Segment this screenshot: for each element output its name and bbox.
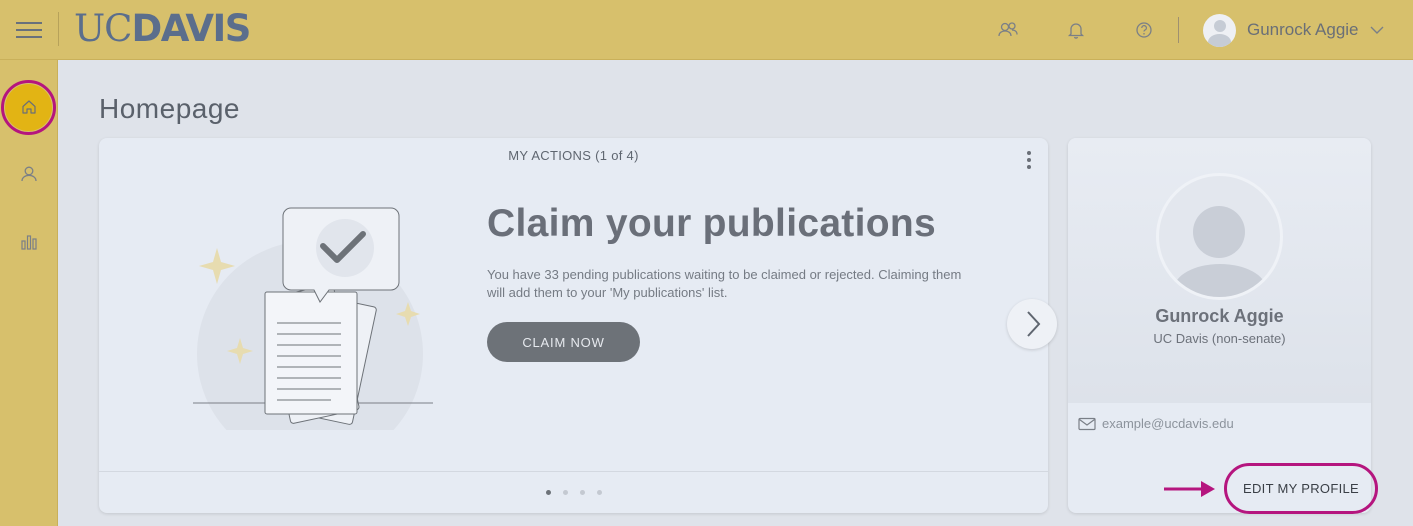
claim-title: Claim your publications [487,202,936,245]
chevron-down-icon [1370,26,1384,34]
sidebar [0,60,58,526]
profile-organization: UC Davis (non-senate) [1153,331,1286,346]
user-menu[interactable]: Gunrock Aggie [1203,13,1385,47]
profile-card: Gunrock Aggie UC Davis (non-senate) exam… [1068,138,1371,513]
users-icon[interactable] [997,19,1019,41]
slide-dot-2[interactable] [563,490,568,495]
email-text: example@ucdavis.edu [1102,416,1234,431]
slide-dot-4[interactable] [597,490,602,495]
user-name: Gunrock Aggie [1247,20,1359,39]
divider [1178,17,1179,43]
profile-email[interactable]: example@ucdavis.edu [1078,416,1234,431]
edit-profile-button[interactable]: EDIT MY PROFILE [1224,463,1378,514]
help-icon[interactable] [1133,19,1155,41]
card-header: MY ACTIONS (1 of 4) [508,148,639,163]
publications-illustration-icon [187,207,433,430]
divider [99,471,1048,472]
profile-avatar [1156,173,1283,300]
top-bar: UCDAVIS Gunrock Aggie [0,0,1413,60]
chevron-right-icon [1027,311,1041,337]
slide-dot-1[interactable] [546,490,551,495]
more-options-icon[interactable] [1021,150,1037,170]
slide-indicator [544,489,604,497]
divider [58,12,59,46]
person-icon[interactable] [17,162,41,186]
bar-chart-icon[interactable] [17,230,41,254]
profile-name: Gunrock Aggie [1155,306,1284,326]
claim-description: You have 33 pending publications waiting… [487,267,962,300]
ucdavis-logo[interactable]: UCDAVIS [74,6,251,52]
claim-now-button[interactable]: CLAIM NOW [487,322,640,362]
bell-icon[interactable] [1065,19,1087,41]
my-actions-card: MY ACTIONS (1 of 4) Claim your publicati… [99,138,1057,513]
envelope-icon [1078,417,1096,430]
home-icon[interactable] [17,95,41,119]
arrow-right-icon [1164,481,1215,497]
slide-dot-3[interactable] [580,490,585,495]
page-title: Homepage [99,93,240,124]
hamburger-menu-icon[interactable] [16,19,42,41]
next-slide-button[interactable] [1007,299,1057,349]
avatar [1203,13,1236,47]
